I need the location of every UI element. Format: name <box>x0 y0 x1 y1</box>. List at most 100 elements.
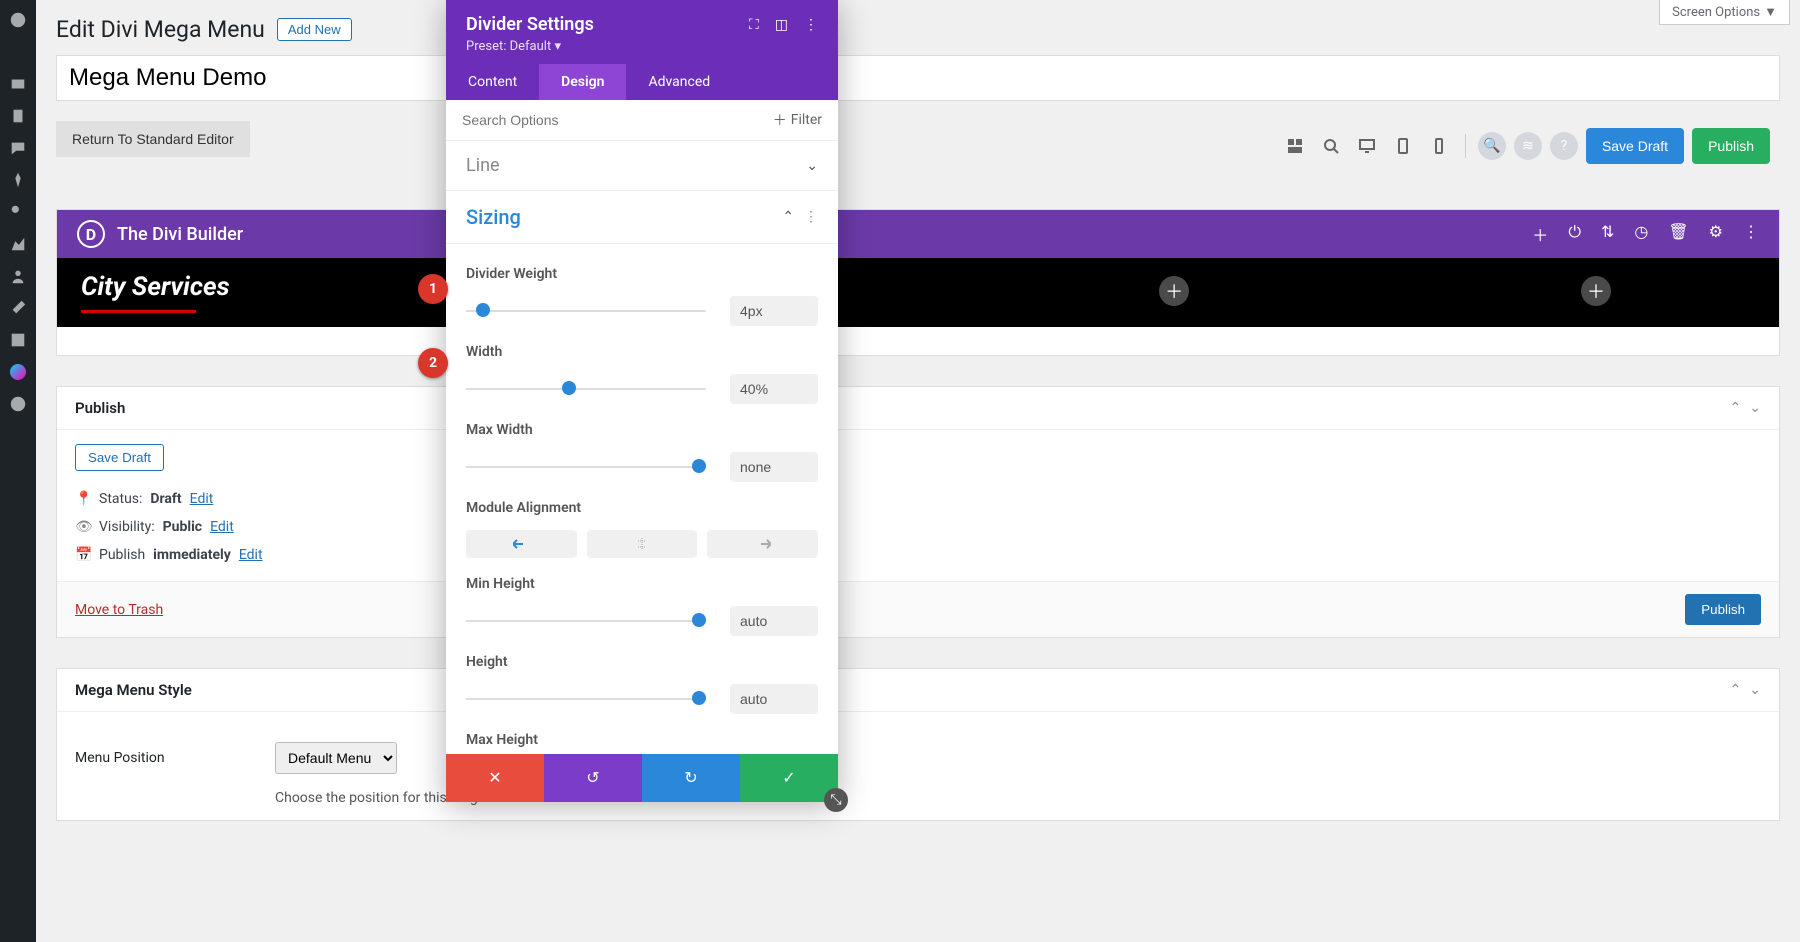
tab-advanced[interactable]: Advanced <box>626 64 732 100</box>
visibility-edit-link[interactable]: Edit <box>210 519 234 535</box>
search-options-input[interactable] <box>462 112 773 128</box>
more-vertical-icon[interactable]: ⋮ <box>804 209 818 225</box>
post-title-input[interactable] <box>56 55 1780 101</box>
wp-admin-sidebar <box>0 0 36 942</box>
module-heading: City Services <box>81 272 1755 302</box>
trash-icon[interactable]: 🗑 <box>1668 222 1688 246</box>
sort-icon[interactable]: ⇅ <box>1601 222 1614 246</box>
appearance-icon[interactable] <box>0 228 36 260</box>
section-line[interactable]: Line ⌄ <box>446 141 838 191</box>
filter-button[interactable]: ＋ Filter <box>773 110 822 130</box>
tablet-icon[interactable] <box>1389 132 1417 160</box>
tab-design[interactable]: Design <box>539 64 626 100</box>
width-label: Width <box>466 344 818 360</box>
field-width: Width <box>466 344 818 404</box>
undo-button[interactable]: ↺ <box>544 754 642 802</box>
wireframe-icon[interactable] <box>1281 132 1309 160</box>
confirm-button[interactable]: ✓ <box>740 754 838 802</box>
width-input[interactable] <box>730 374 818 404</box>
add-icon[interactable]: ＋ <box>1532 222 1548 246</box>
pin2-icon[interactable] <box>0 164 36 196</box>
status-value: Draft <box>150 491 181 507</box>
divi-header-actions: ＋ ⏻ ⇅ ◷ 🗑 ⚙ ⋮ <box>1532 222 1759 246</box>
divider-weight-label: Divider Weight <box>466 266 818 282</box>
screen-options-label: Screen Options <box>1672 5 1760 20</box>
help-circle-icon[interactable]: ? <box>1550 132 1578 160</box>
height-input[interactable] <box>730 684 818 714</box>
dashboard-icon[interactable] <box>0 4 36 36</box>
layers-circle-icon[interactable]: ≋ <box>1514 132 1542 160</box>
align-left-button[interactable] <box>466 530 577 558</box>
modal-search-row: ＋ Filter <box>446 100 838 141</box>
comments-icon[interactable] <box>0 132 36 164</box>
section-sizing-label: Sizing <box>466 205 521 229</box>
add-module-button-2[interactable]: ＋ <box>1581 276 1611 306</box>
align-center-button[interactable] <box>587 530 698 558</box>
status-row: 📍 Status: Draft Edit <box>75 485 1761 513</box>
chevron-down-icon[interactable]: ⌄ <box>1749 682 1761 698</box>
publish-button[interactable]: Publish <box>1692 128 1770 164</box>
redo-button[interactable]: ↻ <box>642 754 740 802</box>
height-slider[interactable] <box>466 696 706 702</box>
divi-color-icon[interactable] <box>0 356 36 388</box>
filter-label: Filter <box>791 112 822 128</box>
min-height-input[interactable] <box>730 606 818 636</box>
chevron-up-icon[interactable]: ⌃ <box>1730 682 1742 698</box>
snap-icon[interactable]: ◫ <box>775 17 788 33</box>
min-height-slider[interactable] <box>466 618 706 624</box>
resize-handle[interactable]: ⤡ <box>824 788 848 812</box>
settings-icon[interactable] <box>0 324 36 356</box>
main-content: Edit Divi Mega Menu Add New Return To St… <box>36 0 1800 861</box>
save-draft-box-button[interactable]: Save Draft <box>75 444 164 471</box>
caret-down-icon: ▼ <box>1764 4 1777 20</box>
zoom-icon[interactable] <box>1317 132 1345 160</box>
key-icon[interactable] <box>0 196 36 228</box>
pin-icon[interactable] <box>0 36 36 68</box>
search-circle-icon[interactable]: 🔍 <box>1478 132 1506 160</box>
screen-options-tab[interactable]: Screen Options ▼ <box>1659 0 1790 25</box>
add-new-button[interactable]: Add New <box>277 18 352 41</box>
return-standard-editor-button[interactable]: Return To Standard Editor <box>56 121 250 157</box>
status-edit-link[interactable]: Edit <box>190 491 214 507</box>
history-icon[interactable]: ◷ <box>1634 222 1648 246</box>
phone-icon[interactable] <box>1425 132 1453 160</box>
desktop-icon[interactable] <box>1353 132 1381 160</box>
section-line-label: Line <box>466 155 500 176</box>
schedule-edit-link[interactable]: Edit <box>239 547 263 563</box>
power-icon[interactable]: ⏻ <box>1568 222 1581 246</box>
max-width-input[interactable] <box>730 452 818 482</box>
menu-position-select[interactable]: Default Menu <box>275 742 397 774</box>
more-icon[interactable]: ⋮ <box>1743 222 1759 246</box>
callout-badge-2: 2 <box>418 348 448 378</box>
field-divider-weight: Divider Weight <box>466 266 818 326</box>
toolbar-divider <box>1465 134 1466 158</box>
tools-icon[interactable] <box>0 292 36 324</box>
preset-label[interactable]: Preset: Default <box>466 39 551 54</box>
media-icon[interactable] <box>0 68 36 100</box>
align-right-button[interactable] <box>707 530 818 558</box>
divi-logo-icon[interactable] <box>0 388 36 420</box>
divi-builder-title: The Divi Builder <box>117 224 243 245</box>
save-draft-button[interactable]: Save Draft <box>1586 128 1684 164</box>
add-module-button-1[interactable]: ＋ <box>1159 276 1189 306</box>
divider-weight-slider[interactable] <box>466 308 706 314</box>
divider-weight-input[interactable] <box>730 296 818 326</box>
modal-tabs: Content Design Advanced <box>446 64 838 100</box>
section-sizing[interactable]: Sizing ⌃ ⋮ <box>446 191 838 244</box>
move-to-trash-link[interactable]: Move to Trash <box>75 602 163 618</box>
cancel-button[interactable]: ✕ <box>446 754 544 802</box>
chevron-up-icon[interactable]: ⌃ <box>1730 400 1742 416</box>
gear-icon[interactable]: ⚙ <box>1709 222 1723 246</box>
tab-content[interactable]: Content <box>446 64 539 100</box>
width-slider[interactable] <box>466 386 706 392</box>
pages-icon[interactable] <box>0 100 36 132</box>
expand-icon[interactable]: ⛶ <box>749 17 759 33</box>
more-vertical-icon[interactable]: ⋮ <box>804 17 818 33</box>
publish-box-button[interactable]: Publish <box>1685 594 1761 625</box>
chevron-down-icon[interactable]: ⌄ <box>1749 400 1761 416</box>
max-width-slider[interactable] <box>466 464 706 470</box>
users-icon[interactable] <box>0 260 36 292</box>
publish-heading: Publish <box>75 399 125 417</box>
modal-header: Divider Settings ⛶ ◫ ⋮ Preset: Default ▾ <box>446 0 838 64</box>
eye-icon: 👁 <box>75 519 91 535</box>
